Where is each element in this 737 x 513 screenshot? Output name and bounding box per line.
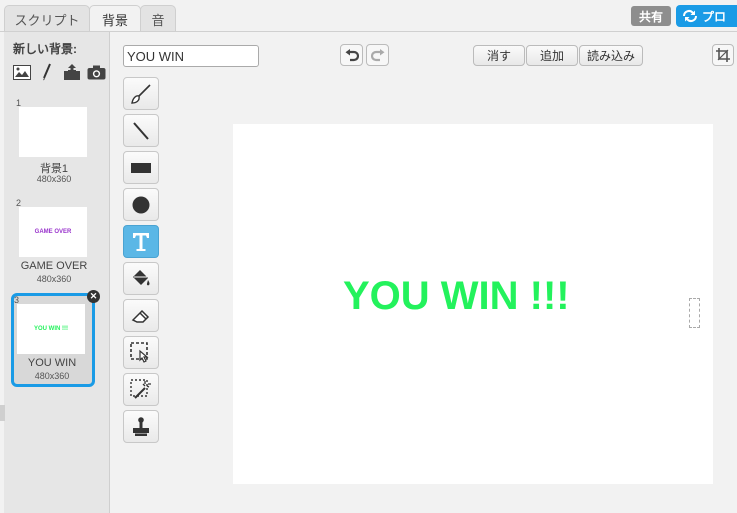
paint-editor-window: スクリプト 背景 音 共有 プロ 新しい背景: 1 背景1 480x360 2 …: [0, 0, 737, 513]
thumbnail-text: YOU WIN !!!: [34, 326, 68, 332]
stamp-icon: [133, 416, 149, 436]
backdrop-item-3[interactable]: 3 YOU WIN !!! YOU WIN 480x360 ✕: [11, 290, 100, 387]
backdrop-thumbnail: GAME OVER: [19, 207, 87, 257]
canvas-selection-handle[interactable]: [689, 298, 700, 328]
share-button[interactable]: 共有: [631, 6, 671, 26]
ellipse-icon: [132, 196, 150, 213]
rectangle-tool[interactable]: [123, 151, 159, 184]
set-costume-center-button[interactable]: [712, 44, 734, 66]
remove-background-tool[interactable]: [123, 373, 159, 406]
backdrop-size: 480x360: [36, 274, 72, 284]
delete-backdrop-icon[interactable]: ✕: [87, 290, 100, 303]
line-tool[interactable]: [123, 114, 159, 147]
tab-sounds[interactable]: 音: [140, 5, 176, 32]
collapse-handle[interactable]: [0, 405, 5, 421]
eraser-icon: [131, 309, 150, 323]
project-page-button[interactable]: プロ: [676, 5, 737, 27]
backdrop-size: 480x360: [34, 371, 70, 381]
backdrop-size: 480x360: [36, 174, 72, 184]
paint-new-icon[interactable]: [37, 63, 56, 81]
backdrop-name: GAME OVER: [20, 260, 88, 272]
project-page-label: プロ: [702, 9, 727, 24]
undo-button[interactable]: [340, 44, 363, 66]
backdrop-list-panel: 新しい背景: 1 背景1 480x360 2 GAME OVER GAME OV…: [4, 32, 110, 513]
drawing-canvas[interactable]: YOU WIN !!!: [233, 124, 713, 484]
tab-scripts[interactable]: スクリプト: [4, 5, 90, 32]
backdrop-item-1[interactable]: 1 背景1 480x360: [13, 96, 95, 188]
thumbnail-text: GAME OVER: [34, 229, 72, 235]
magic-wand-icon: [130, 378, 151, 399]
backdrop-thumbnail: [19, 107, 87, 157]
upload-icon[interactable]: [62, 63, 81, 81]
paint-bucket-icon: [133, 269, 150, 285]
remix-icon: [682, 9, 698, 23]
text-icon: [133, 232, 149, 251]
new-backdrop-icons: [12, 63, 106, 81]
backdrop-name-input[interactable]: [123, 45, 259, 67]
backdrop-item-2[interactable]: 2 GAME OVER GAME OVER 480x360: [13, 196, 95, 288]
redo-icon: [370, 48, 384, 61]
backdrop-name: YOU WIN: [27, 357, 77, 369]
crop-icon: [716, 48, 730, 62]
redo-button[interactable]: [366, 44, 389, 66]
paint-editor: 消す 追加 読み込み: [111, 32, 737, 513]
new-backdrop-label: 新しい背景:: [13, 42, 77, 56]
line-icon: [133, 121, 149, 140]
brush-icon: [131, 83, 151, 104]
tab-backdrops[interactable]: 背景: [89, 5, 141, 32]
undo-icon: [345, 48, 359, 61]
fill-tool[interactable]: [123, 262, 159, 295]
select-icon: [130, 341, 149, 363]
canvas-text[interactable]: YOU WIN !!!: [343, 274, 570, 319]
choose-from-library-icon[interactable]: [12, 63, 31, 81]
stamp-tool[interactable]: [123, 410, 159, 443]
ellipse-tool[interactable]: [123, 188, 159, 221]
tab-bar: スクリプト 背景 音 共有 プロ: [0, 0, 737, 32]
select-tool[interactable]: [123, 336, 159, 369]
camera-icon[interactable]: [87, 63, 106, 81]
add-button[interactable]: 追加: [526, 45, 578, 66]
import-button[interactable]: 読み込み: [579, 45, 643, 66]
rectangle-icon: [131, 162, 151, 173]
eraser-tool[interactable]: [123, 299, 159, 332]
brush-tool[interactable]: [123, 77, 159, 110]
backdrop-thumbnail: YOU WIN !!!: [17, 304, 85, 354]
text-tool[interactable]: [123, 225, 159, 258]
tool-palette: [123, 77, 161, 447]
clear-button[interactable]: 消す: [473, 45, 525, 66]
